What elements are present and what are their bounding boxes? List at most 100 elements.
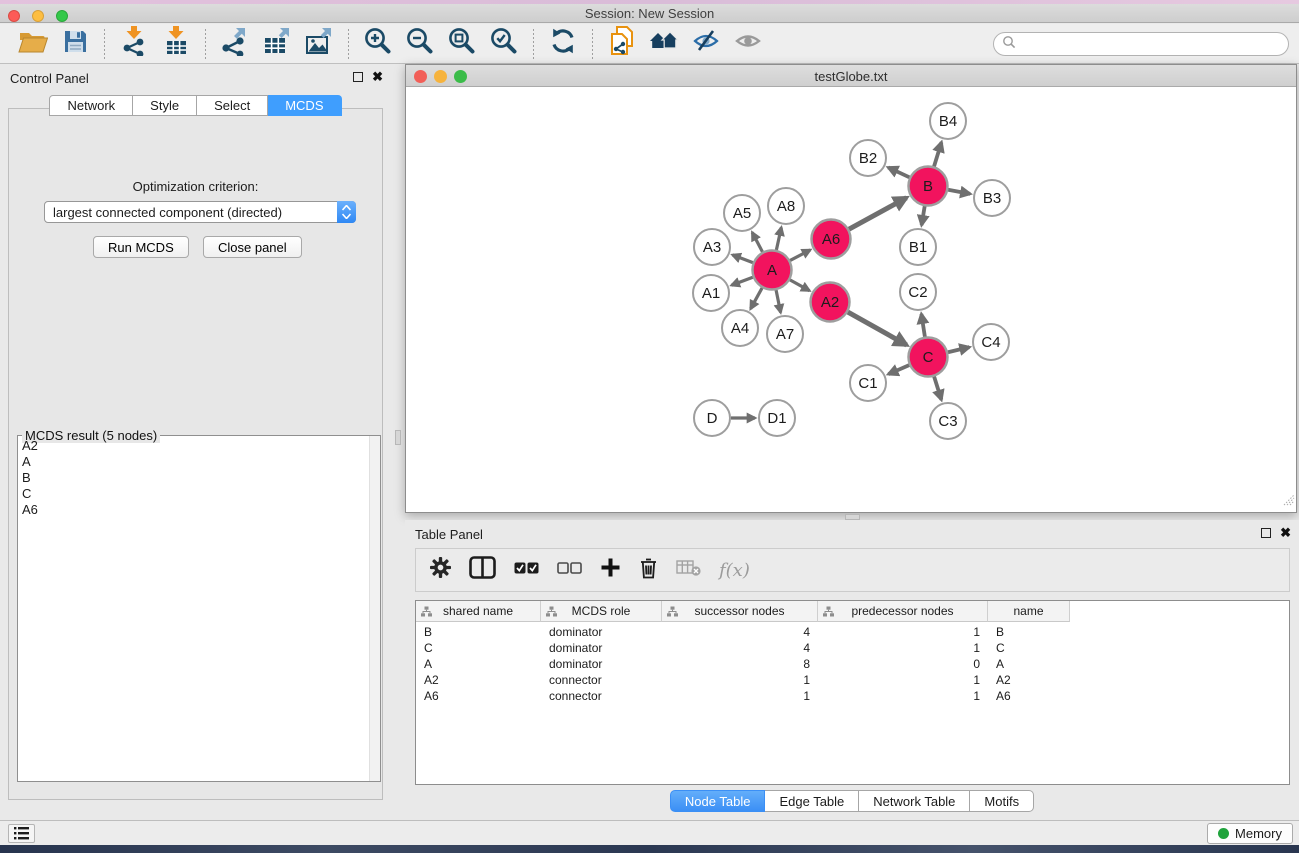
graph-edge-B-B3[interactable] [948, 190, 970, 194]
table-cell[interactable]: 8 [662, 657, 818, 671]
table-cell[interactable]: A2 [988, 673, 1070, 687]
zoom-fit-button[interactable] [445, 27, 479, 61]
table-cell[interactable]: 1 [818, 673, 988, 687]
table-row[interactable]: Cdominator41C [416, 640, 1289, 656]
open-session-button[interactable] [16, 27, 50, 61]
mcds-result-scrollbar[interactable] [369, 436, 380, 781]
graph-edge-C-C1[interactable] [888, 365, 909, 374]
graph-node-C1[interactable]: C1 [850, 365, 886, 401]
delete-row-button[interactable] [639, 557, 658, 584]
graph-node-B2[interactable]: B2 [850, 140, 886, 176]
table-cell[interactable]: A [988, 657, 1070, 671]
network-window-titlebar[interactable]: testGlobe.txt [406, 65, 1296, 87]
table-cell[interactable]: dominator [541, 641, 662, 655]
table-cell[interactable]: 4 [662, 625, 818, 639]
hide-selected-button[interactable] [689, 27, 723, 61]
table-row[interactable]: Adominator80A [416, 656, 1289, 672]
table-cell[interactable]: 1 [662, 689, 818, 703]
graph-edge-C-C4[interactable] [948, 347, 969, 352]
column-header-predecessor-nodes[interactable]: predecessor nodes [818, 601, 988, 622]
tab-node-table[interactable]: Node Table [670, 790, 766, 812]
graph-edge-C-C2[interactable] [921, 314, 924, 337]
refresh-layout-button[interactable] [546, 27, 580, 61]
table-cell[interactable]: dominator [541, 657, 662, 671]
table-cell[interactable]: 1 [818, 689, 988, 703]
graph-node-C2[interactable]: C2 [900, 274, 936, 310]
window-resize-grip[interactable] [1282, 493, 1295, 511]
graph-edge-A-A2[interactable] [790, 280, 810, 291]
table-cell[interactable]: A [416, 657, 541, 671]
graph-node-B1[interactable]: B1 [900, 229, 936, 265]
graph-node-D[interactable]: D [694, 400, 730, 436]
memory-button[interactable]: Memory [1207, 823, 1293, 844]
graph-edge-C-C3[interactable] [934, 377, 941, 400]
graph-node-B4[interactable]: B4 [930, 103, 966, 139]
column-header-MCDS-role[interactable]: MCDS role [541, 601, 662, 622]
add-row-button[interactable] [600, 557, 621, 583]
graph-node-A8[interactable]: A8 [768, 188, 804, 224]
table-cell[interactable]: 1 [818, 641, 988, 655]
float-panel-icon[interactable] [353, 72, 363, 82]
first-neighbors-button[interactable] [647, 27, 681, 61]
export-table-button[interactable] [260, 27, 294, 61]
table-cell[interactable]: B [416, 625, 541, 639]
column-layout-button[interactable] [469, 556, 496, 584]
mcds-result-item[interactable]: B [19, 470, 368, 486]
graph-edge-A-A1[interactable] [732, 277, 753, 285]
table-cell[interactable]: 4 [662, 641, 818, 655]
criterion-dropdown[interactable]: largest connected component (directed) [44, 201, 356, 223]
graph-node-C3[interactable]: C3 [930, 403, 966, 439]
graph-node-C4[interactable]: C4 [973, 324, 1009, 360]
column-header-successor-nodes[interactable]: successor nodes [662, 601, 818, 622]
graph-edge-B-B1[interactable] [922, 206, 925, 225]
table-cell[interactable]: 1 [818, 625, 988, 639]
tab-edge-table[interactable]: Edge Table [765, 790, 859, 812]
save-session-button[interactable] [58, 27, 92, 61]
graph-edge-A-A4[interactable] [751, 288, 763, 309]
graph-edge-B-B4[interactable] [934, 142, 941, 166]
mcds-result-list[interactable]: A2ABCA6 [19, 438, 368, 780]
table-cell[interactable]: A6 [988, 689, 1070, 703]
column-header-shared-name[interactable]: shared name [416, 601, 541, 622]
mcds-result-item[interactable]: A [19, 454, 368, 470]
table-cell[interactable]: dominator [541, 625, 662, 639]
graph-node-B3[interactable]: B3 [974, 180, 1010, 216]
mcds-result-item[interactable]: A2 [19, 438, 368, 454]
mcds-result-item[interactable]: A6 [19, 502, 368, 518]
zoom-in-button[interactable] [361, 27, 395, 61]
float-table-panel-icon[interactable] [1261, 528, 1271, 538]
table-cell[interactable]: 1 [662, 673, 818, 687]
graph-node-A1[interactable]: A1 [693, 275, 729, 311]
table-cell[interactable]: C [988, 641, 1070, 655]
graph-edge-A-A3[interactable] [732, 255, 752, 263]
tab-network-table[interactable]: Network Table [859, 790, 970, 812]
graph-node-A4[interactable]: A4 [722, 310, 758, 346]
graph-node-A[interactable]: A [753, 251, 792, 290]
function-builder-button[interactable]: f(x) [719, 560, 750, 581]
graph-node-B[interactable]: B [909, 167, 948, 206]
tab-motifs[interactable]: Motifs [970, 790, 1034, 812]
close-panel-icon[interactable]: ✖ [372, 72, 383, 82]
select-all-checkboxes-button[interactable] [514, 561, 539, 579]
table-cell[interactable]: connector [541, 673, 662, 687]
graph-edge-A-A8[interactable] [776, 227, 781, 250]
tab-select[interactable]: Select [197, 95, 268, 116]
graph-node-A3[interactable]: A3 [694, 229, 730, 265]
graph-node-A5[interactable]: A5 [724, 195, 760, 231]
search-input[interactable] [1016, 37, 1288, 52]
export-network-button[interactable] [218, 27, 252, 61]
delete-table-button[interactable] [676, 559, 701, 581]
tab-style[interactable]: Style [133, 95, 197, 116]
graph-node-C[interactable]: C [909, 338, 948, 377]
deselect-all-checkboxes-button[interactable] [557, 561, 582, 579]
tab-mcds[interactable]: MCDS [268, 95, 341, 116]
graph-edge-A-A7[interactable] [776, 290, 781, 312]
table-row[interactable]: A2connector11A2 [416, 672, 1289, 688]
run-mcds-button[interactable]: Run MCDS [93, 236, 189, 258]
close-panel-button[interactable]: Close panel [203, 236, 302, 258]
table-cell[interactable]: 0 [818, 657, 988, 671]
export-image-button[interactable] [302, 27, 336, 61]
import-table-button[interactable] [159, 27, 193, 61]
search-field[interactable] [993, 32, 1289, 56]
table-settings-button[interactable] [430, 557, 451, 583]
